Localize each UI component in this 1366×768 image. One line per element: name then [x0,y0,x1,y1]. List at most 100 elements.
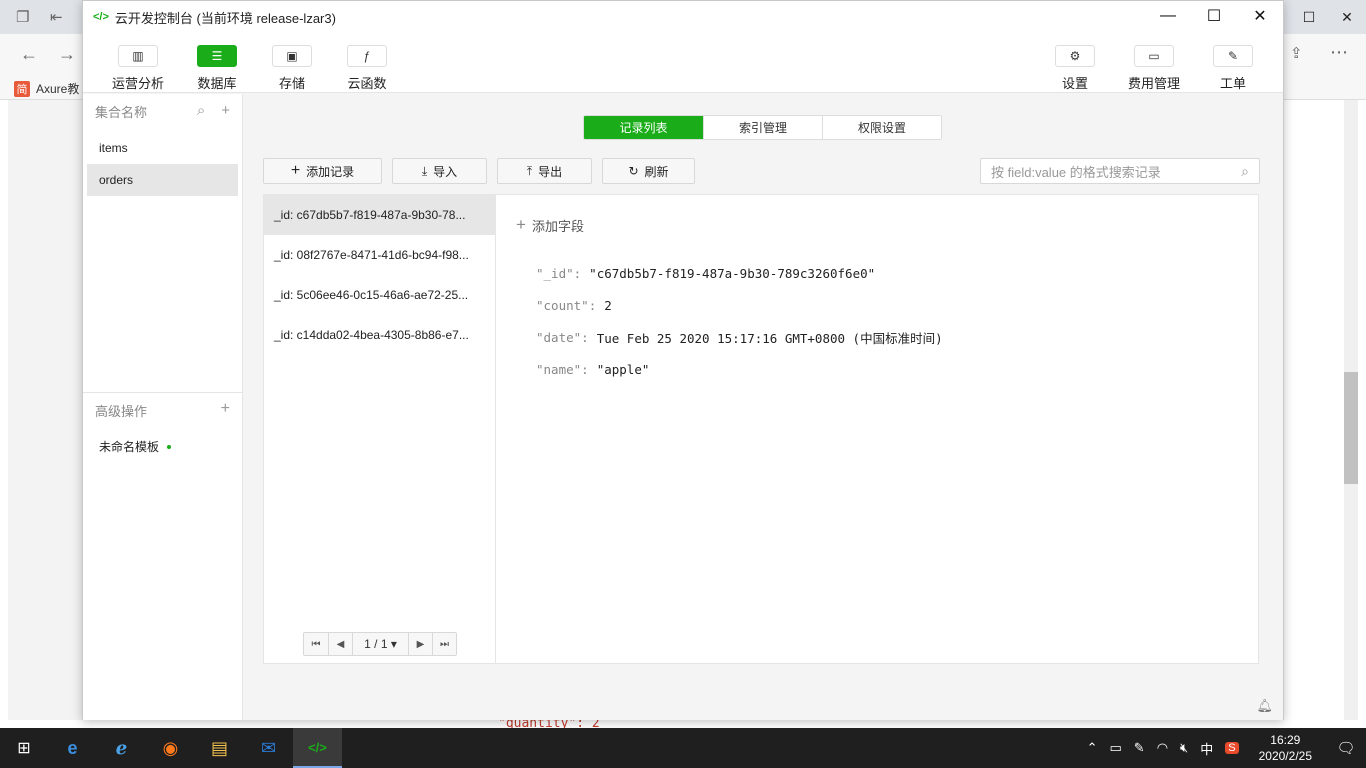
record-actions: + 添加记录 ⤓ 导入 ⤒ 导出 ↻ 刷新 [263,158,695,184]
ie-icon[interactable]: ℯ [97,728,146,768]
clock[interactable]: 16:29 2020/2/25 [1259,732,1312,764]
plus-icon: + [516,215,526,234]
records-panel: 记录列表 索引管理 权限设置 + 添加记录 ⤓ 导入 ⤒ 导出 ↻ 刷新 按 f… [243,94,1283,720]
back-arrow-icon[interactable]: ← [20,44,38,65]
tool-analytics[interactable]: ▥ 运营分析 [110,45,166,92]
file-explorer-icon[interactable]: ▤ [195,728,244,768]
minimize-icon[interactable]: — [1145,1,1191,31]
maximize-icon[interactable]: ☐ [1191,1,1237,31]
bookmark-logo-icon: 简 [14,80,30,97]
pagination: ⏮ ◀ 1 / 1 ▾ ▶ ⏭ [303,632,457,656]
tool-storage[interactable]: ▣ 存储 [264,45,320,92]
field-row[interactable]: "count": 2 [536,289,943,321]
notification-icon[interactable]: 🗨︎ [1326,728,1366,768]
collections-sidebar: 集合名称 ⌕ + items orders 高级操作 + 未命名模板 [83,94,243,720]
search-icon[interactable]: ⌕ [197,102,205,119]
wifi-icon[interactable]: ◠ [1157,740,1168,756]
volume-muted-icon[interactable]: 🔇︎ [1180,740,1188,756]
edge-icon[interactable]: e [48,728,97,768]
battery-icon[interactable]: ▭ [1110,740,1122,756]
chevron-up-icon[interactable]: ⌃ [1087,740,1098,756]
field-list: "_id": "c67db5b7-f819-487a-9b30-789c3260… [536,257,943,385]
next-page-icon[interactable]: ▶ [408,633,432,655]
firefox-icon[interactable]: ◉ [146,728,195,768]
add-advanced-icon[interactable]: + [221,400,230,418]
tool-label: 运营分析 [111,76,164,91]
background-scrollbar-thumb[interactable] [1344,372,1358,484]
devtools-taskbar-icon[interactable]: </> [293,728,342,768]
bookmark-axure[interactable]: 简 Axure教 [14,80,79,97]
function-icon: ƒ [347,45,387,67]
tool-label: 设置 [1061,76,1088,91]
add-collection-icon[interactable]: + [221,102,230,119]
clock-time: 16:29 [1270,733,1301,747]
add-record-label: 添加记录 [306,164,355,179]
advanced-header-label: 高级操作 [95,403,148,419]
close-icon[interactable]: ✕ [1237,1,1283,31]
record-item[interactable]: _id: c67db5b7-f819-487a-9b30-78... [264,195,495,235]
prev-page-icon[interactable]: ◀ [328,633,352,655]
tool-tickets[interactable]: ✎ 工单 [1205,45,1261,92]
record-detail: + 添加字段 "_id": "c67db5b7-f819-487a-9b30-7… [495,194,1259,664]
search-icon[interactable]: ⌕ [1241,163,1249,180]
bar-chart-icon: ▥ [118,45,158,67]
windows-start-icon[interactable]: ⊞ [0,728,48,768]
sogou-input-icon[interactable]: S [1225,742,1239,754]
field-value: Tue Feb 25 2020 15:17:16 GMT+0800 (中国标准时… [596,330,943,346]
collections-header-actions: ⌕ + [197,102,230,119]
bell-icon[interactable]: 🔔︎ [1256,698,1273,714]
tool-label: 存储 [278,76,305,91]
database-icon: ☰ [197,45,237,67]
more-icon[interactable]: ⋯ [1330,42,1348,63]
tool-cloud-functions[interactable]: ƒ 云函数 [339,45,395,92]
bg-close-icon[interactable]: ✕ [1328,0,1366,34]
page-select[interactable]: 1 / 1 ▾ [352,633,408,655]
search-input[interactable]: 按 field:value 的格式搜索记录 [991,162,1241,181]
share-icon[interactable]: ⇪ [1290,44,1303,62]
refresh-button[interactable]: ↻ 刷新 [602,158,695,184]
tool-billing[interactable]: ▭ 费用管理 [1126,45,1182,92]
export-button[interactable]: ⤒ 导出 [497,158,592,184]
add-field-button[interactable]: + 添加字段 [516,215,584,235]
first-page-icon[interactable]: ⏮ [304,633,328,655]
background-window-controls: ☐ ✕ [1290,0,1366,34]
tab-list-icon[interactable]: ❐ [16,8,29,26]
pen-icon[interactable]: ✎ [1134,740,1145,756]
tool-settings[interactable]: ⚙ 设置 [1047,45,1103,92]
forward-arrow-icon[interactable]: → [58,44,76,65]
bookmark-label: Axure教 [36,82,80,96]
field-row[interactable]: "name": "apple" [536,353,943,385]
field-key: "date" [536,329,582,345]
last-page-icon[interactable]: ⏭ [432,633,456,655]
bg-maximize-icon[interactable]: ☐ [1290,0,1328,34]
field-row[interactable]: "_id": "c67db5b7-f819-487a-9b30-789c3260… [536,257,943,289]
record-item[interactable]: _id: 08f2767e-8471-41d6-bc94-f98... [264,235,495,275]
billing-icon: ▭ [1134,45,1174,67]
field-value: "c67db5b7-f819-487a-9b30-789c3260f6e0" [589,265,876,281]
add-record-button[interactable]: + 添加记录 [263,158,382,184]
view-tabs: 记录列表 索引管理 权限设置 [583,115,942,140]
advanced-header: 高级操作 + [83,394,242,426]
export-label: 导出 [538,164,563,179]
advanced-item-template[interactable]: 未命名模板 [99,438,172,455]
field-row[interactable]: "date": Tue Feb 25 2020 15:17:16 GMT+080… [536,321,943,353]
collection-item-items[interactable]: items [87,132,238,164]
tool-label: 费用管理 [1127,76,1180,91]
tab-record-list[interactable]: 记录列表 [584,116,703,139]
back-tab-icon[interactable]: ⇤ [50,8,63,26]
collections-header-label: 集合名称 [95,104,148,120]
console-body: 集合名称 ⌕ + items orders 高级操作 + 未命名模板 记录列表 … [83,94,1283,720]
outlook-icon[interactable]: ✉ [244,728,293,768]
tab-index-management[interactable]: 索引管理 [703,116,822,139]
field-key: "_id" [536,265,574,281]
import-button[interactable]: ⤓ 导入 [392,158,487,184]
save-icon: ▣ [272,45,312,67]
tool-label: 数据库 [197,76,237,91]
ime-indicator[interactable]: 中 [1200,739,1213,758]
collection-item-orders[interactable]: orders [87,164,238,196]
tab-permission-settings[interactable]: 权限设置 [822,116,941,139]
tool-database[interactable]: ☰ 数据库 [189,45,245,92]
record-item[interactable]: _id: 5c06ee46-0c15-46a6-ae72-25... [264,275,495,315]
record-item[interactable]: _id: c14dda02-4bea-4305-8b86-e7... [264,315,495,355]
record-search-box[interactable]: 按 field:value 的格式搜索记录 ⌕ [980,158,1260,184]
